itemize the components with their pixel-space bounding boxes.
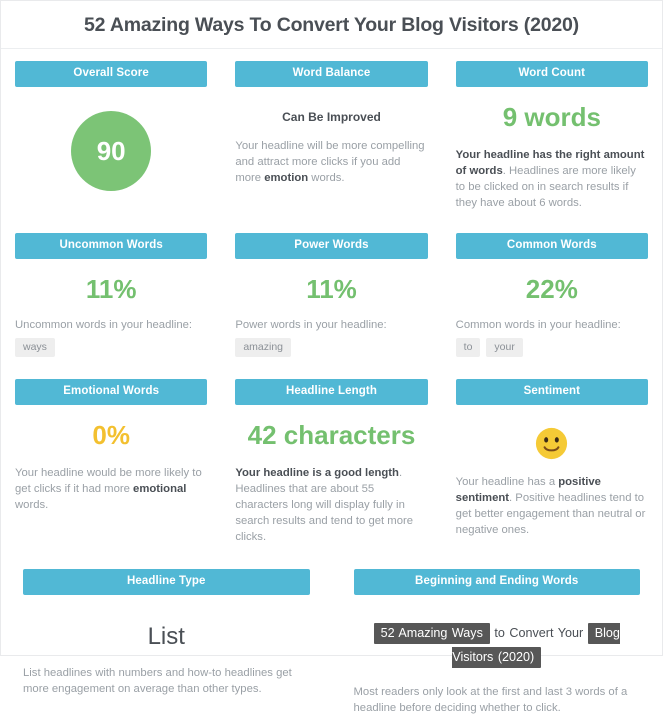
- first-words-highlight: 52 Amazing Ways: [373, 622, 490, 644]
- headline-analyzer-results: 52 Amazing Ways To Convert Your Blog Vis…: [0, 0, 663, 714]
- uncommon-words-value: 11%: [85, 273, 137, 304]
- common-words-chip-list: to your: [455, 337, 648, 358]
- card-overall-score: Overall Score 90: [1, 49, 221, 221]
- card-uncommon-words: Uncommon Words 11% Uncommon words in you…: [1, 221, 221, 367]
- card-header-uncommon-words: Uncommon Words: [15, 233, 208, 259]
- card-body-headline-type: List List headlines with numbers and how…: [23, 595, 310, 697]
- emotional-words-description: Your headline would be more likely to ge…: [15, 465, 207, 513]
- common-words-label: Common words in your headline:: [455, 318, 621, 331]
- power-words-value: 11%: [306, 273, 357, 304]
- card-body-word-balance: Can Be Improved Your headline will be mo…: [235, 87, 427, 186]
- headline-type-value: List: [147, 622, 185, 650]
- desc-pre: Your headline has a: [455, 475, 559, 488]
- card-power-words: Power Words 11% Power words in your head…: [221, 221, 441, 367]
- card-body-overall-score: 90: [15, 87, 207, 192]
- word-balance-description: Your headline will be more compelling an…: [235, 138, 427, 186]
- word-count-description: Your headline has the right amount of wo…: [456, 147, 648, 211]
- card-body-common-words: 22% Common words in your headline: to you…: [455, 259, 648, 358]
- word-chip: your: [486, 337, 523, 358]
- card-headline-length: Headline Length 42 characters Your headl…: [221, 367, 441, 555]
- uncommon-words-label: Uncommon words in your headline:: [15, 318, 193, 331]
- word-chip: amazing: [235, 337, 292, 358]
- desc-post: words.: [15, 498, 49, 511]
- card-body-emotional-words: 0% Your headline would be more likely to…: [15, 405, 207, 513]
- desc-post: words.: [308, 172, 345, 185]
- sentiment-emoji-wrap: [456, 415, 648, 460]
- power-words-chip-list: amazing: [235, 337, 427, 358]
- card-headline-type: Headline Type List List headlines with n…: [1, 555, 332, 726]
- headline-length-value: 42 characters: [247, 419, 416, 450]
- word-count-value: 9 words: [502, 102, 601, 133]
- uncommon-words-chip-list: ways: [15, 337, 207, 358]
- beginning-ending-words-description: Most readers only look at the first and …: [353, 685, 628, 714]
- card-word-balance: Word Balance Can Be Improved Your headli…: [221, 49, 441, 221]
- card-body-word-count: 9 words Your headline has the right amou…: [456, 87, 648, 211]
- word-chip: ways: [15, 337, 55, 358]
- emotional-words-value: 0%: [92, 419, 130, 450]
- card-header-common-words: Common Words: [455, 233, 648, 259]
- headline-type-description: List headlines with numbers and how-to h…: [23, 666, 292, 695]
- middle-words: to Convert Your: [494, 625, 584, 640]
- card-sentiment: Sentiment Your headline has a positive s…: [442, 367, 662, 555]
- headline-length-description: Your headline is a good length. Headline…: [235, 465, 427, 545]
- card-header-power-words: Power Words: [235, 233, 428, 259]
- common-words-value: 22%: [525, 273, 578, 304]
- card-header-beginning-ending-words: Beginning and Ending Words: [353, 568, 640, 595]
- desc-bold: emotional: [133, 482, 187, 495]
- overall-score-value: 90: [71, 111, 152, 192]
- card-body-sentiment: Your headline has a positive sentiment. …: [456, 405, 648, 538]
- card-emotional-words: Emotional Words 0% Your headline would b…: [1, 367, 221, 555]
- card-header-word-balance: Word Balance: [235, 61, 428, 88]
- slightly-smiling-face-icon: [536, 427, 568, 459]
- word-chip: to: [455, 337, 481, 358]
- card-body-headline-length: 42 characters Your headline is a good le…: [235, 405, 427, 545]
- power-words-label: Power words in your headline:: [235, 318, 387, 331]
- sentiment-description: Your headline has a positive sentiment. …: [456, 474, 648, 538]
- desc-bold: emotion: [264, 172, 309, 185]
- beginning-ending-words-preview: 52 Amazing Ways to Convert Your Blog Vis…: [354, 621, 641, 670]
- card-word-count: Word Count 9 words Your headline has the…: [442, 49, 662, 221]
- card-header-emotional-words: Emotional Words: [15, 379, 208, 405]
- card-body-uncommon-words: 11% Uncommon words in your headline: way…: [15, 259, 207, 358]
- score-circle-wrap: 90: [15, 97, 207, 192]
- card-header-headline-type: Headline Type: [23, 568, 310, 595]
- card-beginning-ending-words: Beginning and Ending Words 52 Amazing Wa…: [332, 555, 663, 726]
- card-body-beginning-ending-words: 52 Amazing Ways to Convert Your Blog Vis…: [354, 595, 641, 716]
- desc-bold: Your headline is a good length: [235, 466, 399, 479]
- card-header-word-count: Word Count: [455, 61, 648, 88]
- card-header-overall-score: Overall Score: [15, 61, 208, 88]
- results-grid: Overall Score 90 Word Balance Can Be Imp…: [1, 49, 662, 725]
- page-title: 52 Amazing Ways To Convert Your Blog Vis…: [84, 14, 579, 36]
- word-balance-verdict: Can Be Improved: [282, 110, 381, 125]
- card-body-power-words: 11% Power words in your headline: amazin…: [235, 259, 427, 358]
- card-header-headline-length: Headline Length: [235, 379, 428, 405]
- card-common-words: Common Words 22% Common words in your he…: [442, 221, 662, 367]
- card-header-sentiment: Sentiment: [455, 379, 648, 405]
